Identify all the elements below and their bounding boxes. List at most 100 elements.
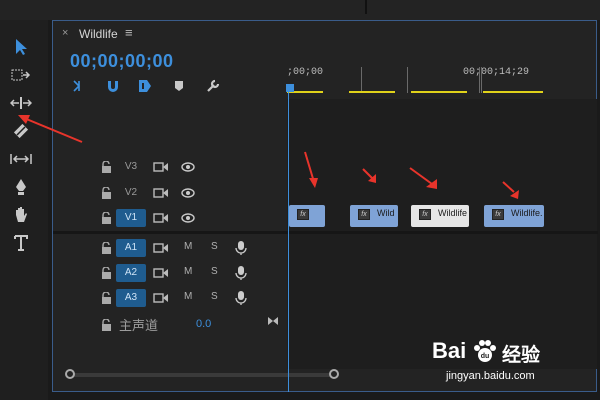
scroll-handle-right[interactable] [329,369,339,379]
track-header-master [53,313,287,339]
mute-button[interactable]: M [184,241,192,252]
fx-badge: fx [358,209,370,220]
playhead-timecode[interactable]: 00;00;00;00 [70,51,174,72]
work-area-bar[interactable] [349,91,395,93]
type-tool-icon[interactable] [8,232,34,254]
divider [365,0,367,14]
sequence-tab-title[interactable]: Wildlife [79,27,118,41]
track-name[interactable]: A3 [116,289,146,307]
video-clip[interactable]: fx Wildlife [411,205,469,227]
ruler-tick [361,67,362,93]
lock-icon[interactable] [101,242,112,254]
toggle-sync-lock-icon[interactable] [153,186,169,200]
toggle-sync-lock-icon[interactable] [153,266,169,280]
annotation-arrow [409,167,437,189]
svg-text:du: du [481,353,490,360]
selection-tool-icon[interactable] [8,36,34,58]
track-name[interactable]: A1 [116,239,146,257]
watermark-brand-right: 经验 [502,345,541,366]
master-volume-value[interactable]: 0.0 [196,318,211,330]
bowtie-icon[interactable] [267,316,279,326]
eye-icon[interactable] [181,212,195,224]
work-area-bar[interactable] [483,91,543,93]
solo-button[interactable]: S [211,291,218,302]
track-name[interactable]: A2 [116,264,146,282]
ruler-mid-label: 00;00;14;29 [463,67,530,78]
add-marker-icon[interactable] [170,77,188,95]
microphone-icon[interactable] [235,290,247,306]
baidu-jingyan-watermark: Bai du 经验 jingyan.baidu.com [432,338,582,394]
clip-name: Wildlife. [511,208,543,218]
timeline-panel: × Wildlife ≡ 00;00;00;00 ;00;00 00;00;14… [52,20,598,392]
clip-name: Wild [377,208,395,218]
timeline-zoom-scrollbar[interactable] [65,369,339,379]
playhead-line[interactable] [288,92,289,392]
track-name[interactable]: V1 [116,209,146,227]
timeline-tracks-area[interactable] [287,99,597,369]
clip-name: Wildlife [438,208,468,218]
fx-badge: fx [297,209,309,220]
track-name[interactable]: V3 [116,158,146,176]
microphone-icon[interactable] [235,265,247,281]
track-header-v1: V1 [53,206,287,230]
fx-badge: fx [492,209,504,220]
sequence-tab: × Wildlife ≡ [53,21,596,47]
mute-button[interactable]: M [184,266,192,277]
hand-tool-icon[interactable] [8,204,34,226]
nest-sequence-icon[interactable] [70,77,88,95]
track-header-v3: V3 [53,155,287,179]
work-area-bar[interactable] [411,91,467,93]
ruler-tick [481,67,482,93]
solo-button[interactable]: S [211,241,218,252]
lock-icon[interactable] [101,292,112,304]
track-header-a3: A3 M S [53,286,287,310]
panel-menu-icon[interactable]: ≡ [125,25,133,40]
mute-button[interactable]: M [184,291,192,302]
lock-icon[interactable] [101,187,112,199]
snap-magnet-icon[interactable] [104,77,122,95]
annotation-arrow [502,181,519,199]
lock-icon[interactable] [101,319,112,331]
watermark-url: jingyan.baidu.com [446,370,535,382]
solo-button[interactable]: S [211,266,218,277]
lock-icon[interactable] [101,161,112,173]
playhead-handle[interactable] [286,84,294,92]
fx-badge: fx [419,209,431,220]
toggle-sync-lock-icon[interactable] [153,160,169,174]
annotation-arrow [362,168,376,183]
track-header-v2: V2 [53,181,287,205]
master-track-label: 主声道 [119,318,159,333]
pen-tool-icon[interactable] [8,176,34,198]
annotation-arrow [304,151,318,188]
lock-icon[interactable] [101,267,112,279]
eye-icon[interactable] [181,187,195,199]
watermark-brand-left: Bai [432,338,467,363]
track-name[interactable]: V2 [116,184,146,202]
video-audio-divider [53,231,598,234]
paw-logo-icon: du [474,340,496,362]
video-clip[interactable]: fx Wild [350,205,398,227]
microphone-icon[interactable] [235,240,247,256]
video-clip[interactable]: fx [289,205,325,227]
track-header-a2: A2 M S [53,261,287,285]
linked-selection-icon[interactable] [136,77,154,95]
ruler-tick [407,67,408,93]
track-header-a1: A1 M S [53,236,287,260]
eye-icon[interactable] [181,161,195,173]
top-strip [0,0,600,20]
time-ruler[interactable]: ;00;00 00;00;14;29 [287,61,597,97]
ruler-start-label: ;00;00 [287,67,324,78]
annotation-arrow [18,115,83,143]
close-tab-icon[interactable]: × [62,27,68,39]
tools-panel [0,20,48,400]
ruler-tick [479,67,480,93]
scroll-handle-left[interactable] [65,369,75,379]
wrench-settings-icon[interactable] [204,77,222,95]
track-select-forward-icon[interactable] [8,64,34,86]
toggle-sync-lock-icon[interactable] [153,291,169,305]
toggle-sync-lock-icon[interactable] [153,241,169,255]
toggle-sync-lock-icon[interactable] [153,211,169,225]
lock-icon[interactable] [101,212,112,224]
slip-tool-icon[interactable] [8,148,34,170]
video-clip[interactable]: fx Wildlife. [484,205,544,227]
